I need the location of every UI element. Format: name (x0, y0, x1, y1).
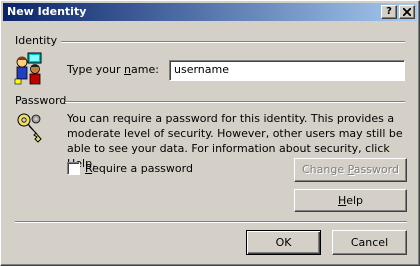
identity-people-icon (14, 52, 42, 85)
name-input[interactable]: username (169, 60, 405, 81)
close-icon (403, 8, 411, 16)
title-help-button[interactable]: ? (381, 5, 397, 19)
change-password-button[interactable]: Change Password (294, 158, 407, 182)
title-bar[interactable]: New Identity ? (3, 3, 417, 21)
identity-group-divider (61, 41, 405, 43)
ok-label: OK (275, 236, 292, 249)
ok-button[interactable]: OK (246, 230, 321, 255)
key-icon (17, 113, 42, 143)
require-password-label[interactable]: Require a password (85, 162, 193, 175)
bottom-separator (15, 221, 407, 223)
password-group-divider (65, 101, 405, 103)
identity-group-label: Identity (15, 34, 58, 47)
new-identity-dialog: New Identity ? Identity Type your name: … (0, 0, 420, 266)
title-close-button[interactable] (399, 5, 415, 19)
require-password-checkbox[interactable] (67, 162, 80, 175)
help-button[interactable]: Help (294, 189, 407, 212)
cancel-button[interactable]: Cancel (332, 230, 407, 255)
window-title: New Identity (7, 5, 87, 18)
help-question-icon: ? (386, 6, 392, 17)
name-label: Type your name: (67, 63, 159, 76)
password-group-label: Password (15, 94, 67, 107)
